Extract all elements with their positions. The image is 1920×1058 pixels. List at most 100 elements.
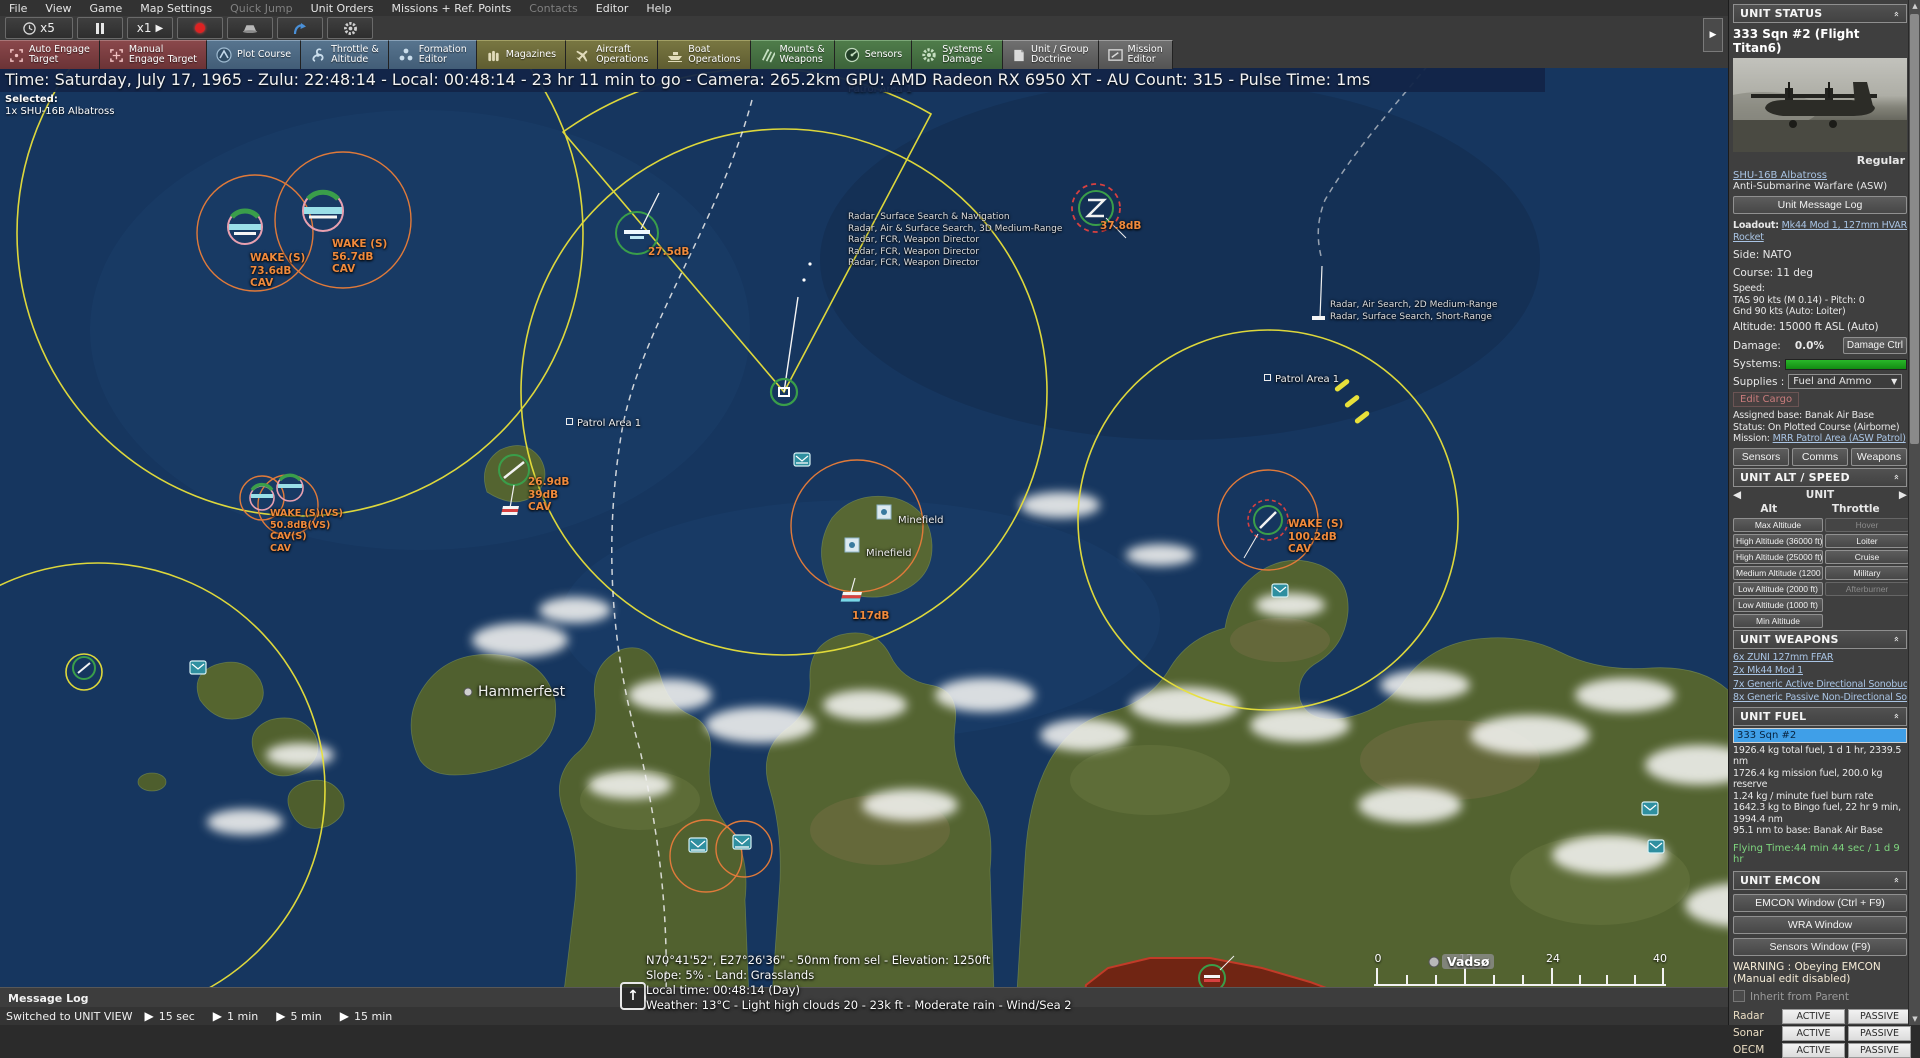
systems-damage-button[interactable]: Systems &Damage xyxy=(912,40,1003,69)
mission-label: Mission: xyxy=(1733,433,1770,444)
expand-icon: ▶ xyxy=(1710,30,1717,40)
damage-ctrl-button[interactable]: Damage Ctrl xyxy=(1843,337,1907,354)
oecm-active-button[interactable]: ACTIVE xyxy=(1782,1043,1845,1058)
supplies-select[interactable]: Fuel and Ammo▼ xyxy=(1788,374,1902,389)
advance-1min-button[interactable]: ▶1 min xyxy=(207,1009,264,1023)
assigned-base: Assigned base: Banak Air Base xyxy=(1733,410,1907,422)
selection-value: 1x SHU-16B Albatross xyxy=(5,106,114,118)
compression-button[interactable]: x5 xyxy=(5,17,73,39)
time-controls: x5 x1▶ xyxy=(0,16,1728,40)
throttle-military-button[interactable]: Military xyxy=(1825,566,1909,580)
mission-link[interactable]: MRR Patrol Area (ASW Patrol) xyxy=(1773,433,1906,444)
menu-help[interactable]: Help xyxy=(637,2,680,15)
mounts-weapons-button[interactable]: Mounts &Weapons xyxy=(751,40,835,69)
fuel-unit-selector[interactable]: 333 Sqn #2 xyxy=(1733,728,1907,743)
recon-window-button[interactable] xyxy=(227,17,273,39)
scope-prev-arrow[interactable]: ◀ xyxy=(1733,489,1741,501)
throttle-cruise-button[interactable]: Cruise xyxy=(1825,550,1909,564)
high-altitude-25000-button[interactable]: High Altitude (25000 ft) xyxy=(1733,550,1823,564)
scroll-up-icon[interactable]: ▲ xyxy=(1909,0,1920,12)
advance-5min-button[interactable]: ▶5 min xyxy=(270,1009,327,1023)
unit-weapons-header[interactable]: UNIT WEAPONS» xyxy=(1733,630,1907,649)
formation-editor-button[interactable]: FormationEditor xyxy=(389,40,477,69)
patrol-area-label-right[interactable]: Patrol Area 1 xyxy=(1264,374,1339,386)
boat-operations-button[interactable]: BoatOperations xyxy=(658,40,750,69)
scale-tick-label: 40 xyxy=(1653,952,1667,965)
throttle-altitude-button[interactable]: Throttle &Altitude xyxy=(301,40,389,69)
unit-alt-speed-header[interactable]: UNIT ALT / SPEED» xyxy=(1733,468,1907,487)
selection-label: Selected: xyxy=(5,94,114,106)
unit-course: Course: 11 deg xyxy=(1733,267,1907,279)
advance-15min-button[interactable]: ▶15 min xyxy=(334,1009,398,1023)
scope-next-arrow[interactable]: ▶ xyxy=(1899,489,1907,501)
town-label-hammerfest: Hammerfest xyxy=(478,686,565,698)
weapon-link-mk44[interactable]: 2x Mk44 Mod 1 xyxy=(1733,665,1803,676)
collapse-icon: » xyxy=(1892,877,1902,883)
low-altitude-1000-button[interactable]: Low Altitude (1000 ft) xyxy=(1733,598,1823,612)
scrollbar-thumb[interactable] xyxy=(1910,14,1919,444)
sensors-window-button[interactable]: Sensors Window (F9) xyxy=(1733,938,1907,956)
unit-sidebar: UNIT STATUS» 333 Sqn #2 (Flight Titan6) … xyxy=(1728,0,1920,1025)
collapse-icon: » xyxy=(1892,713,1902,719)
wra-window-button[interactable]: WRA Window xyxy=(1733,916,1907,934)
mission-editor-button[interactable]: MissionEditor xyxy=(1099,40,1173,69)
oecm-row-label: OECM xyxy=(1733,1044,1779,1056)
unit-status-header[interactable]: UNIT STATUS» xyxy=(1733,4,1907,23)
menu-file[interactable]: File xyxy=(0,2,36,15)
low-altitude-2000-button[interactable]: Low Altitude (2000 ft) xyxy=(1733,582,1823,596)
weapon-link-passive-sonobuoy[interactable]: 8x Generic Passive Non-Directional Sonob… xyxy=(1733,692,1907,703)
menu-view[interactable]: View xyxy=(36,2,80,15)
magazines-button[interactable]: Magazines xyxy=(477,40,566,69)
unit-group-doctrine-button[interactable]: Unit / GroupDoctrine xyxy=(1003,40,1099,69)
unit-class-link[interactable]: SHU-16B Albatross xyxy=(1733,170,1827,181)
fan-icon xyxy=(310,47,326,63)
plot-course-button[interactable]: Plot Course xyxy=(207,40,301,69)
weapon-link-zuni[interactable]: 6x ZUNI 127mm FFAR xyxy=(1733,652,1833,663)
sidebar-collapse-handle[interactable]: ▶ xyxy=(1703,18,1723,52)
settings-button[interactable] xyxy=(327,17,373,39)
scroll-down-icon[interactable]: ▼ xyxy=(1909,1013,1920,1025)
fuel-details: 1926.4 kg total fuel, 1 d 1 hr, 2339.5 n… xyxy=(1733,745,1907,837)
map-orientation-button[interactable]: ↑ xyxy=(620,982,646,1010)
collapse-icon: » xyxy=(1892,636,1902,642)
tactical-map[interactable]: Patrol Area 1 Patrol Area 1 Patrol Area … xyxy=(0,0,1728,1025)
jump-to-button[interactable] xyxy=(277,17,323,39)
menu-missions-refpoints[interactable]: Missions + Ref. Points xyxy=(383,2,521,15)
weapons-button-sidebar[interactable]: Weapons xyxy=(1851,448,1907,466)
high-altitude-36000-button[interactable]: High Altitude (36000 ft) xyxy=(1733,534,1823,548)
advance-15sec-button[interactable]: ▶15 sec xyxy=(139,1009,201,1023)
manual-engage-target-button[interactable]: ManualEngage Target xyxy=(100,40,207,69)
sensors-button-sidebar[interactable]: Sensors xyxy=(1733,448,1789,466)
radar-active-button[interactable]: ACTIVE xyxy=(1782,1009,1845,1024)
medium-altitude-button[interactable]: Medium Altitude (1200 xyxy=(1733,566,1823,580)
max-altitude-button[interactable]: Max Altitude xyxy=(1733,518,1823,532)
menu-game[interactable]: Game xyxy=(81,2,132,15)
record-button[interactable] xyxy=(177,17,223,39)
menu-editor[interactable]: Editor xyxy=(587,2,638,15)
damage-label: Damage: xyxy=(1733,340,1781,352)
patrol-area-label-mid[interactable]: Patrol Area 1 xyxy=(566,418,641,430)
oecm-passive-button[interactable]: PASSIVE xyxy=(1848,1043,1911,1058)
radar-passive-button[interactable]: PASSIVE xyxy=(1848,1009,1911,1024)
menu-map-settings[interactable]: Map Settings xyxy=(131,2,221,15)
min-altitude-button[interactable]: Min Altitude xyxy=(1733,614,1823,628)
menu-unit-orders[interactable]: Unit Orders xyxy=(302,2,383,15)
sonar-passive-button[interactable]: PASSIVE xyxy=(1848,1026,1911,1041)
unit-message-log-button[interactable]: Unit Message Log xyxy=(1733,196,1907,214)
weapon-link-active-sonobuoy[interactable]: 7x Generic Active Directional Sonobuoy xyxy=(1733,679,1907,690)
sensors-button[interactable]: Sensors xyxy=(835,40,913,69)
pause-button[interactable] xyxy=(77,17,123,39)
sidebar-scrollbar[interactable]: ▲ ▼ xyxy=(1908,0,1920,1025)
play-speed-button[interactable]: x1▶ xyxy=(127,17,173,39)
unit-fuel-header[interactable]: UNIT FUEL» xyxy=(1733,707,1907,726)
auto-engage-target-button[interactable]: Auto EngageTarget xyxy=(0,40,100,69)
unit-emcon-header[interactable]: UNIT EMCON» xyxy=(1733,871,1907,890)
throttle-loiter-button[interactable]: Loiter xyxy=(1825,534,1909,548)
signal-db-label: 117dB xyxy=(852,610,889,623)
aircraft-operations-button[interactable]: AircraftOperations xyxy=(566,40,658,69)
comms-button[interactable]: Comms xyxy=(1792,448,1848,466)
sonar-active-button[interactable]: ACTIVE xyxy=(1782,1026,1845,1041)
wake-contact-label-2: WAKE (S)56.7dBCAV xyxy=(332,238,387,276)
emcon-window-button[interactable]: EMCON Window (Ctrl + F9) xyxy=(1733,894,1907,912)
speed-gnd: Gnd 90 kts (Auto: Loiter) xyxy=(1733,306,1907,318)
